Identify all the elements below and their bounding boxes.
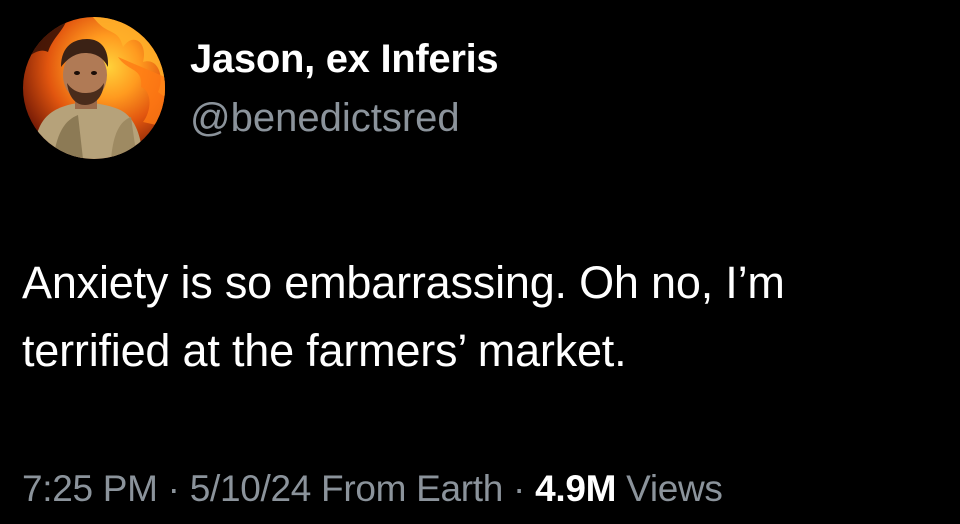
tweet-text-line: Anxiety is so embarrassing. Oh no, I’m [22,257,785,308]
tweet-text-line: terrified at the farmers’ market. [22,325,627,376]
views-label: Views [616,468,723,509]
tweet-text: Anxiety is so embarrassing. Oh no, I’m t… [22,249,947,385]
tweet-date[interactable]: 5/10/24 [190,468,312,509]
avatar-photo-icon [23,17,165,159]
author-handle[interactable]: @benedictsred [190,96,460,141]
author-display-name[interactable]: Jason, ex Inferis [190,37,499,82]
tweet-meta: 7:25 PM · 5/10/24 From Earth · 4.9M View… [22,468,723,510]
meta-separator: · [503,468,536,509]
tweet-card: Jason, ex Inferis @benedictsred Anxiety … [0,0,960,524]
views-count[interactable]: 4.9M [535,468,616,509]
tweet-time[interactable]: 7:25 PM [22,468,158,509]
meta-separator: · [157,468,190,509]
tweet-location: From Earth [311,468,504,509]
avatar[interactable] [23,17,165,159]
